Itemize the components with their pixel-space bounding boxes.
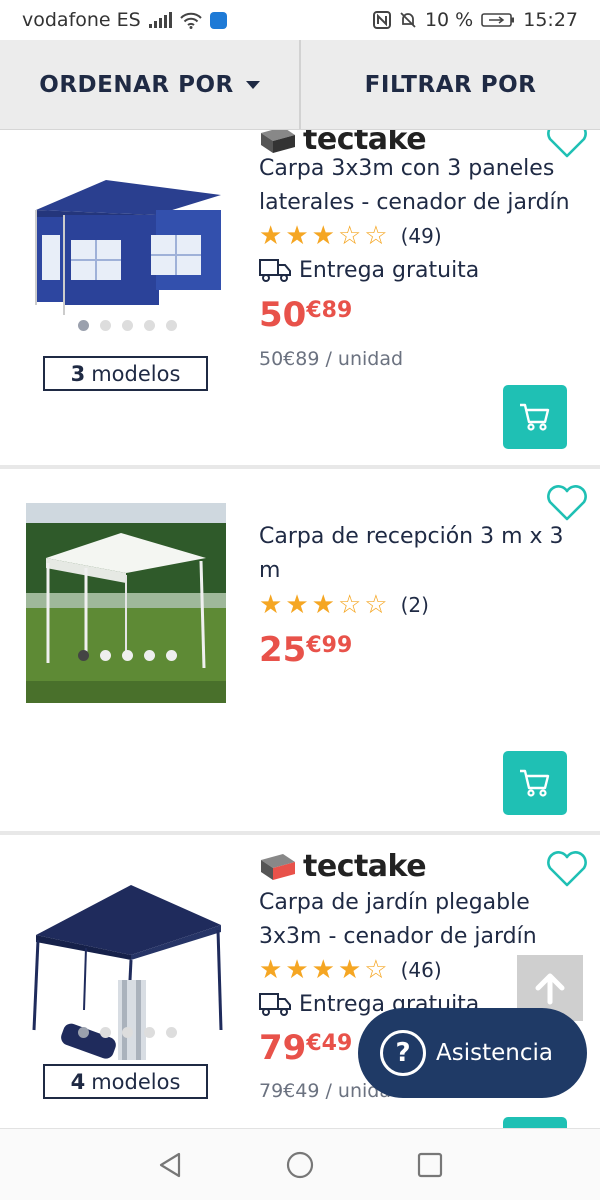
favorite-heart-icon[interactable]: [545, 130, 589, 160]
product-title[interactable]: Carpa 3x3m con 3 paneles laterales - cen…: [259, 152, 579, 220]
add-to-cart-button[interactable]: [503, 385, 567, 449]
rating: ★ ★ ★ ★ ☆ (46): [259, 957, 442, 983]
home-nav-button[interactable]: [285, 1150, 315, 1180]
recents-nav-button[interactable]: [415, 1150, 445, 1180]
free-delivery: Entrega gratuita: [259, 257, 479, 283]
status-bar: vodafone ES 10 % 15:27: [0, 0, 600, 40]
truck-icon: [259, 259, 291, 282]
vpn-shield-icon: [209, 11, 227, 29]
star-filled-icon: ★: [311, 221, 335, 251]
rating: ★ ★ ★ ☆ ☆ (2): [259, 592, 429, 618]
assistance-label: Asistencia: [436, 1040, 553, 1066]
recents-square-icon: [417, 1152, 443, 1177]
add-to-cart-button[interactable]: [503, 751, 567, 815]
status-right: 10 % 15:27: [372, 9, 578, 31]
image-carousel-dots[interactable]: [78, 1027, 177, 1038]
star-filled-icon: ★: [337, 955, 362, 985]
models-badge[interactable]: 3 modelos: [43, 356, 208, 391]
star-empty-icon: ☆: [337, 221, 362, 251]
back-triangle-icon: [159, 1152, 181, 1177]
sort-label: ORDENAR POR: [39, 71, 234, 98]
star-filled-icon: ★: [259, 221, 283, 251]
arrow-up-icon: [535, 973, 565, 1005]
home-circle-icon: [286, 1151, 314, 1178]
battery-icon: [481, 13, 515, 27]
brand-logo: tectake: [259, 849, 427, 884]
signal-icon: [148, 12, 172, 28]
star-filled-icon: ★: [285, 221, 309, 251]
carrier-name: vodafone ES: [22, 9, 141, 31]
product-list: 3 modelos tectake Carpa 3x3m con 3 panele…: [0, 130, 600, 1128]
review-count: (46): [400, 958, 442, 982]
sort-button[interactable]: ORDENAR POR: [0, 40, 299, 129]
mute-bell-icon: [400, 12, 416, 28]
price: 25 €99: [259, 630, 353, 670]
favorite-heart-icon[interactable]: [545, 483, 589, 523]
truck-icon: [259, 993, 291, 1016]
review-count: (2): [400, 593, 429, 617]
tectake-logo-icon: [261, 853, 295, 880]
product-card[interactable]: Carpa de recepción 3 m x 3 m ★ ★ ★ ☆ ☆ (2) 2…: [0, 469, 600, 831]
star-filled-icon: ★: [285, 955, 309, 985]
nfc-icon: [372, 11, 391, 29]
review-count: (49): [400, 224, 442, 248]
star-filled-icon: ★: [259, 955, 283, 985]
add-to-cart-button[interactable]: [503, 1117, 567, 1128]
price: 79 €49: [259, 1028, 353, 1068]
filter-label: FILTRAR POR: [364, 71, 537, 98]
price: 50 €89: [259, 295, 353, 335]
image-carousel-dots[interactable]: [78, 320, 177, 331]
models-badge[interactable]: 4 modelos: [43, 1064, 208, 1099]
sort-filter-bar: ORDENAR POR FILTRAR POR: [0, 40, 600, 130]
battery-percent: 10 %: [424, 9, 474, 31]
star-filled-icon: ★: [311, 955, 335, 985]
filter-button[interactable]: FILTRAR POR: [299, 40, 600, 129]
star-filled-icon: ★: [311, 590, 335, 620]
unit-price: 50€89 / unidad: [259, 348, 404, 370]
image-carousel-dots[interactable]: [78, 650, 177, 661]
star-empty-icon: ☆: [337, 590, 362, 620]
assistance-button[interactable]: ? Asistencia: [358, 1008, 587, 1098]
help-question-icon: ?: [380, 1030, 426, 1076]
wifi-icon: [180, 12, 202, 29]
star-empty-icon: ☆: [364, 590, 388, 620]
tectake-logo-icon: [261, 130, 295, 153]
star-filled-icon: ★: [259, 590, 283, 620]
favorite-heart-icon[interactable]: [545, 849, 589, 889]
product-image[interactable]: [26, 503, 226, 703]
star-filled-icon: ★: [285, 590, 309, 620]
rating: ★ ★ ★ ☆ ☆ (49): [259, 223, 442, 249]
star-empty-icon: ☆: [364, 955, 388, 985]
product-title[interactable]: Carpa de jardín plegable 3x3m - cenador …: [259, 886, 579, 954]
chevron-down-icon: [245, 80, 260, 89]
system-nav-bar: [0, 1128, 600, 1200]
status-left: vodafone ES: [22, 9, 227, 31]
star-empty-icon: ☆: [364, 221, 388, 251]
clock: 15:27: [523, 9, 578, 31]
product-title[interactable]: Carpa de recepción 3 m x 3 m: [259, 520, 579, 588]
product-card[interactable]: 3 modelos tectake Carpa 3x3m con 3 panele…: [0, 130, 600, 465]
cart-icon: [520, 769, 550, 797]
cart-icon: [520, 403, 550, 431]
back-nav-button[interactable]: [155, 1150, 185, 1180]
